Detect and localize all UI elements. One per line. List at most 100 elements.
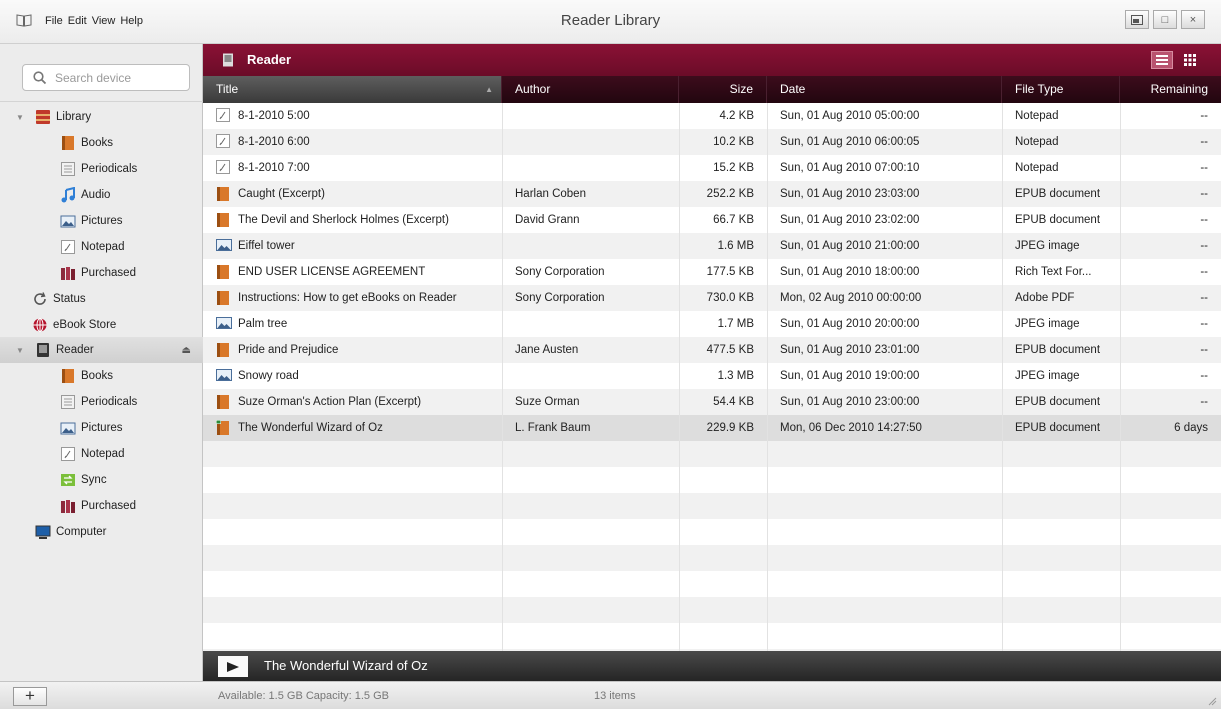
now-playing-title: The Wonderful Wizard of Oz (264, 658, 428, 673)
column-title[interactable]: Title ▲ (203, 76, 502, 103)
menu-view[interactable]: View (91, 15, 117, 27)
sidebar-reader-periodicals[interactable]: Periodicals (0, 389, 203, 415)
cell-date: Sun, 01 Aug 2010 20:00:00 (780, 318, 920, 330)
empty-row (203, 623, 1221, 649)
sidebar-ebook-store[interactable]: eBook Store (0, 312, 203, 338)
menu-help[interactable]: Help (119, 15, 144, 27)
menu-edit[interactable]: Edit (67, 15, 88, 27)
sidebar-library-purchased[interactable]: Purchased (0, 260, 203, 286)
cell-size: 252.2 KB (706, 188, 754, 200)
purchased-books-icon (60, 498, 76, 514)
sidebar-library-books[interactable]: Books (0, 130, 203, 156)
sidebar-library-periodicals[interactable]: Periodicals (0, 156, 203, 182)
sidebar-library[interactable]: ▼ Library (0, 104, 203, 130)
sidebar-status-label: Status (53, 293, 86, 305)
notepad-icon (216, 160, 232, 176)
cell-size: 66.7 KB (713, 214, 754, 226)
column-author[interactable]: Author (502, 76, 679, 103)
sidebar-item-label: Purchased (81, 500, 136, 512)
cell-title-text: Instructions: How to get eBooks on Reade… (238, 292, 457, 304)
sidebar-library-notepad[interactable]: Notepad (0, 234, 203, 260)
column-remaining[interactable]: Remaining (1120, 76, 1221, 103)
column-date[interactable]: Date (767, 76, 1002, 103)
eject-icon[interactable]: ⏏ (182, 345, 191, 356)
cell-size: 1.3 MB (717, 370, 754, 382)
cell-title-text: Pride and Prejudice (238, 344, 339, 356)
sidebar-item-label: Purchased (81, 267, 136, 279)
column-size[interactable]: Size (679, 76, 767, 103)
cell-title-text: 8-1-2010 7:00 (238, 162, 310, 174)
cell-title-text: The Wonderful Wizard of Oz (238, 422, 383, 434)
list-view-button[interactable] (1151, 51, 1173, 69)
cell-remaining: -- (1200, 136, 1208, 148)
music-note-icon (60, 187, 76, 203)
cell-date: Mon, 06 Dec 2010 14:27:50 (780, 422, 922, 434)
grid-view-button[interactable] (1179, 51, 1201, 69)
sidebar-reader-pictures[interactable]: Pictures (0, 415, 203, 441)
book-icon (216, 394, 232, 410)
sidebar-item-label: Books (81, 137, 113, 149)
empty-row (203, 519, 1221, 545)
expand-triangle-icon[interactable]: ▼ (16, 346, 24, 355)
sidebar-computer[interactable]: Computer (0, 519, 203, 545)
resize-grip-icon[interactable] (1207, 696, 1217, 706)
cell-date: Sun, 01 Aug 2010 23:01:00 (780, 344, 920, 356)
sidebar-reader-sync[interactable]: Sync (0, 467, 203, 493)
main-panel: Reader Title ▲ Author Size Date File Typ… (203, 44, 1221, 681)
sidebar-reader-books[interactable]: Books (0, 363, 203, 389)
cell-type: EPUB document (1015, 214, 1101, 226)
cell-size: 1.7 MB (717, 318, 754, 330)
now-playing-bar: The Wonderful Wizard of Oz (203, 651, 1221, 681)
table-row[interactable]: 8-1-2010 6:00 10.2 KB Sun, 01 Aug 2010 06:… (203, 129, 1221, 155)
search-input[interactable] (55, 69, 185, 87)
table-row[interactable]: Instructions: How to get eBooks on Reade… (203, 285, 1221, 311)
close-button[interactable]: × (1181, 10, 1205, 29)
table-row[interactable]: END USER LICENSE AGREEMENT Sony Corporati… (203, 259, 1221, 285)
minimize-button[interactable] (1125, 10, 1149, 29)
table-row[interactable]: Palm tree 1.7 MB Sun, 01 Aug 2010 20:00:00… (203, 311, 1221, 337)
table-row[interactable]: The Wonderful Wizard of Oz L. Frank Baum 2… (203, 415, 1221, 441)
sidebar-library-audio[interactable]: Audio (0, 182, 203, 208)
cell-title-text: The Devil and Sherlock Holmes (Excerpt) (238, 214, 449, 226)
menu-file[interactable]: File (44, 15, 64, 27)
cell-author (502, 311, 679, 337)
sidebar-status[interactable]: Status (0, 286, 203, 312)
table-row[interactable]: Eiffel tower 1.6 MB Sun, 01 Aug 2010 21:00… (203, 233, 1221, 259)
sidebar-reader-notepad[interactable]: Notepad (0, 441, 203, 467)
cell-date: Sun, 01 Aug 2010 23:02:00 (780, 214, 920, 226)
sidebar-ebook-store-label: eBook Store (53, 319, 117, 331)
cell-author: David Grann (515, 214, 580, 226)
table-row[interactable]: The Devil and Sherlock Holmes (Excerpt) D… (203, 207, 1221, 233)
cell-title-text: Suze Orman's Action Plan (Excerpt) (238, 396, 422, 408)
panel-title: Reader (247, 52, 292, 67)
window-title: Reader Library (560, 12, 661, 29)
table-row[interactable]: 8-1-2010 5:00 4.2 KB Sun, 01 Aug 2010 05:0… (203, 103, 1221, 129)
play-button[interactable] (218, 656, 248, 677)
sidebar-reader-purchased[interactable]: Purchased (0, 493, 203, 519)
cell-date: Mon, 02 Aug 2010 00:00:00 (780, 292, 922, 304)
table-row[interactable]: Suze Orman's Action Plan (Excerpt) Suze O… (203, 389, 1221, 415)
cell-remaining: -- (1200, 214, 1208, 226)
picture-icon (60, 420, 76, 436)
cell-remaining: -- (1200, 266, 1208, 278)
table-row[interactable]: 8-1-2010 7:00 15.2 KB Sun, 01 Aug 2010 07:… (203, 155, 1221, 181)
table-row[interactable]: Caught (Excerpt) Harlan Coben 252.2 KB Sun,… (203, 181, 1221, 207)
column-file-type[interactable]: File Type (1002, 76, 1120, 103)
cell-author (502, 103, 679, 129)
table-row[interactable]: Snowy road 1.3 MB Sun, 01 Aug 2010 19:00:0… (203, 363, 1221, 389)
empty-row (203, 467, 1221, 493)
cell-remaining: -- (1200, 162, 1208, 174)
expand-triangle-icon[interactable]: ▼ (16, 113, 24, 122)
sidebar: ▼ Library Books Periodicals Audio Pictur… (0, 44, 203, 681)
minimize-icon (1131, 14, 1143, 25)
sidebar-library-pictures[interactable]: Pictures (0, 208, 203, 234)
sidebar-reader[interactable]: ▼ Reader ⏏ (0, 337, 203, 363)
grid-view-icon (1184, 54, 1196, 66)
maximize-button[interactable]: □ (1153, 10, 1177, 29)
play-icon (227, 661, 239, 672)
table-row[interactable]: Pride and Prejudice Jane Austen 477.5 KB Su… (203, 337, 1221, 363)
globe-icon (32, 317, 48, 333)
search-box[interactable] (22, 64, 190, 91)
add-button[interactable]: + (13, 687, 47, 706)
sidebar-item-label: Sync (81, 474, 107, 486)
